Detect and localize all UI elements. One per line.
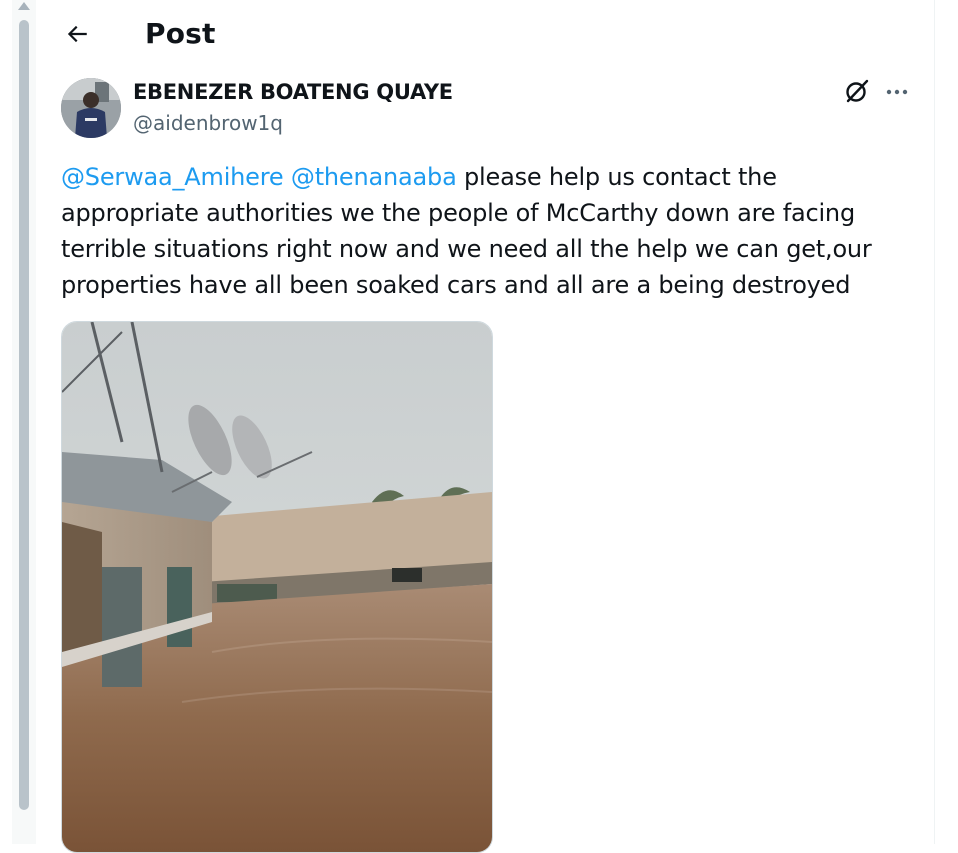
mention-link[interactable]: @thenanaaba: [291, 163, 457, 191]
flood-photo: [62, 322, 492, 852]
avatar[interactable]: [61, 78, 121, 138]
more-options-button[interactable]: [882, 76, 912, 106]
scroll-up-arrow-icon[interactable]: [18, 2, 30, 10]
page-title: Post: [145, 17, 216, 50]
grok-icon: [846, 79, 869, 103]
more-horizontal-icon: [886, 89, 908, 95]
grok-button[interactable]: [842, 76, 872, 106]
post-media-image[interactable]: [61, 321, 493, 853]
user-avatar-photo: [61, 78, 121, 138]
author-handle[interactable]: @aidenbrow1q: [133, 111, 283, 135]
author-name[interactable]: EBENEZER BOATENG QUAYE: [133, 80, 453, 104]
post-header: Post: [40, 0, 934, 70]
post-text: @Serwaa_Amihere @thenanaaba please help …: [61, 159, 921, 303]
column-divider: [934, 0, 935, 844]
scrollbar-thumb[interactable]: [19, 20, 29, 810]
mention-link[interactable]: @Serwaa_Amihere: [61, 163, 284, 191]
back-button[interactable]: [58, 15, 96, 53]
arrow-left-icon: [67, 25, 87, 43]
